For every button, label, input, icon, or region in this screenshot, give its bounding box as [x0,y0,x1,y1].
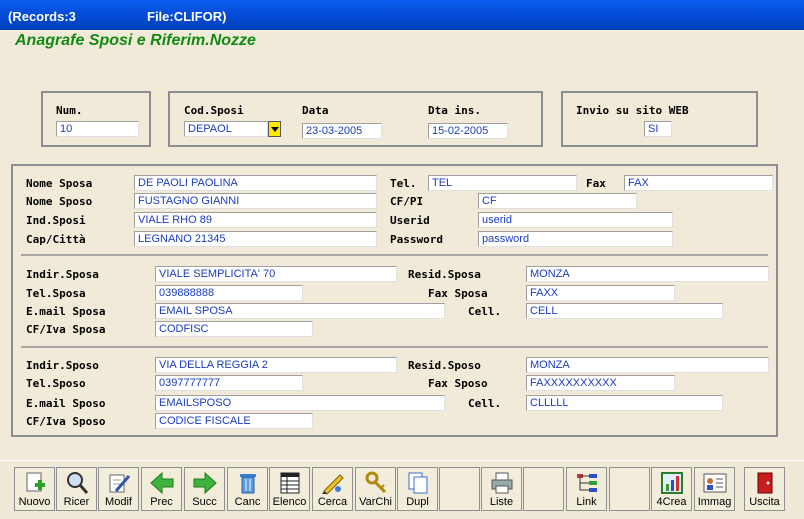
indir-sposo-field[interactable]: VIA DELLA REGGIA 2 [155,357,397,373]
ricer-button[interactable]: Ricer [56,467,97,511]
elenco-button[interactable]: Elenco [269,467,310,511]
resid-sposo-field[interactable]: MONZA [526,357,769,373]
search-pen-icon [321,474,344,495]
cerca-button[interactable]: Cerca [312,467,353,511]
ind-sposi-label: Ind.Sposi [26,214,86,227]
password-label: Password [390,233,443,246]
varchi-button[interactable]: VarChi [355,467,396,511]
chart-icon [660,472,683,494]
tel-sposa-field[interactable]: 039888888 [155,285,303,301]
cap-citta-field[interactable]: LEGNANO 21345 [134,231,377,247]
indir-sposo-label: Indir.Sposo [26,359,99,372]
dta-ins-field[interactable]: 15-02-2005 [428,123,508,139]
fax-sposa-field[interactable]: FAXX [526,285,675,301]
divider [21,346,768,348]
blank-button[interactable] [523,467,564,511]
window-title-bar: (Records:3 File:CLIFOR) [0,0,804,30]
fax-sposo-field[interactable]: FAXXXXXXXXXX [526,375,675,391]
tel-sposa-label: Tel.Sposa [26,287,86,300]
num-label: Num. [56,104,83,117]
succ-button[interactable]: Succ [184,467,225,511]
fax-label: Fax [586,177,606,190]
tel-sposo-field[interactable]: 0397777777 [155,375,303,391]
num-group [41,91,151,147]
magnifier-icon [66,472,88,494]
arrow-right-icon [193,471,217,495]
canc-button[interactable]: Canc [227,467,268,511]
cell-sposo-label: Cell. [468,397,502,410]
fax-sposa-label: Fax Sposa [428,287,488,300]
invio-field[interactable]: SI [644,121,672,137]
nome-sposo-field[interactable]: FUSTAGNO GIANNI [134,193,377,209]
email-sposo-field[interactable]: EMAILSPOSO [155,395,445,411]
fax-sposo-label: Fax Sposo [428,377,488,390]
userid-field[interactable]: userid [478,212,673,228]
indir-sposa-label: Indir.Sposa [26,268,99,281]
cfiva-sposa-field[interactable]: CODFISC [155,321,313,337]
email-sposo-label: E.mail Sposo [26,397,106,410]
records-count: (Records:3 [8,9,76,24]
ind-sposi-field[interactable]: VIALE RHO 89 [134,212,377,228]
trash-icon [239,474,256,494]
arrow-left-icon [149,471,173,495]
password-field[interactable]: password [478,231,673,247]
resid-sposo-label: Resid.Sposo [408,359,481,372]
exit-door-icon [757,472,772,494]
nome-sposo-label: Nome Sposo [26,195,93,208]
duplicate-icon [408,472,427,494]
indir-sposa-field[interactable]: VIALE SEMPLICITA' 70 [155,266,397,282]
list-icon [280,472,299,494]
cap-citta-label: Cap/Città [26,233,86,246]
email-sposa-field[interactable]: EMAIL SPOSA [155,303,445,319]
chevron-down-icon[interactable] [268,121,281,137]
cell-sposa-label: Cell. [468,305,502,318]
new-icon [26,472,45,492]
image-card-icon [703,473,726,493]
tel-sposo-label: Tel.Sposo [26,377,86,390]
tel-label: Tel. [390,177,417,190]
cfiva-sposa-label: CF/Iva Sposa [26,323,106,336]
cell-sposo-field[interactable]: CLLLLL [526,395,723,411]
dupl-button[interactable]: Dupl [397,467,438,511]
num-field[interactable]: 10 [56,121,139,137]
resid-sposa-label: Resid.Sposa [408,268,481,281]
invio-label: Invio su sito WEB [576,104,689,117]
prec-button[interactable]: Prec [141,467,182,511]
link-button[interactable]: Link [566,467,607,511]
uscita-button[interactable]: Uscita [744,467,785,511]
blank-button[interactable] [609,467,650,511]
nome-sposa-field[interactable]: DE PAOLI PAOLINA [134,175,377,191]
nuovo-button[interactable]: Nuovo [14,467,55,511]
data-field[interactable]: 23-03-2005 [302,123,382,139]
tel-field[interactable]: TEL [428,175,577,191]
cf-pi-label: CF/PI [390,195,424,208]
cf-pi-field[interactable]: CF [478,193,637,209]
blank-button[interactable] [439,467,480,511]
keys-icon [365,471,386,494]
immag-button[interactable]: Immag [694,467,735,511]
invio-group [561,91,758,147]
cfiva-sposo-label: CF/Iva Sposo [26,415,106,428]
cell-sposa-field[interactable]: CELL [526,303,723,319]
nome-sposa-label: Nome Sposa [26,177,93,190]
email-sposa-label: E.mail Sposa [26,305,106,318]
file-name: File:CLIFOR) [147,9,227,24]
userid-label: Userid [390,214,430,227]
printer-icon [491,472,512,494]
resid-sposa-field[interactable]: MONZA [526,266,769,282]
edit-icon [109,474,130,493]
liste-button[interactable]: Liste [481,467,522,511]
cfiva-sposo-field[interactable]: CODICE FISCALE [155,413,313,429]
cod-sposi-label: Cod.Sposi [184,104,244,117]
cod-sposi-select[interactable]: DEPAOL [184,121,268,137]
data-label: Data [302,104,329,117]
4crea-button[interactable]: 4Crea [651,467,692,511]
divider [21,254,768,256]
page-title: Anagrafe Sposi e Riferim.Nozze [15,32,256,49]
dta-ins-label: Dta ins. [428,104,481,117]
fax-field[interactable]: FAX [624,175,773,191]
link-tree-icon [576,474,597,492]
modif-button[interactable]: Modif [98,467,139,511]
